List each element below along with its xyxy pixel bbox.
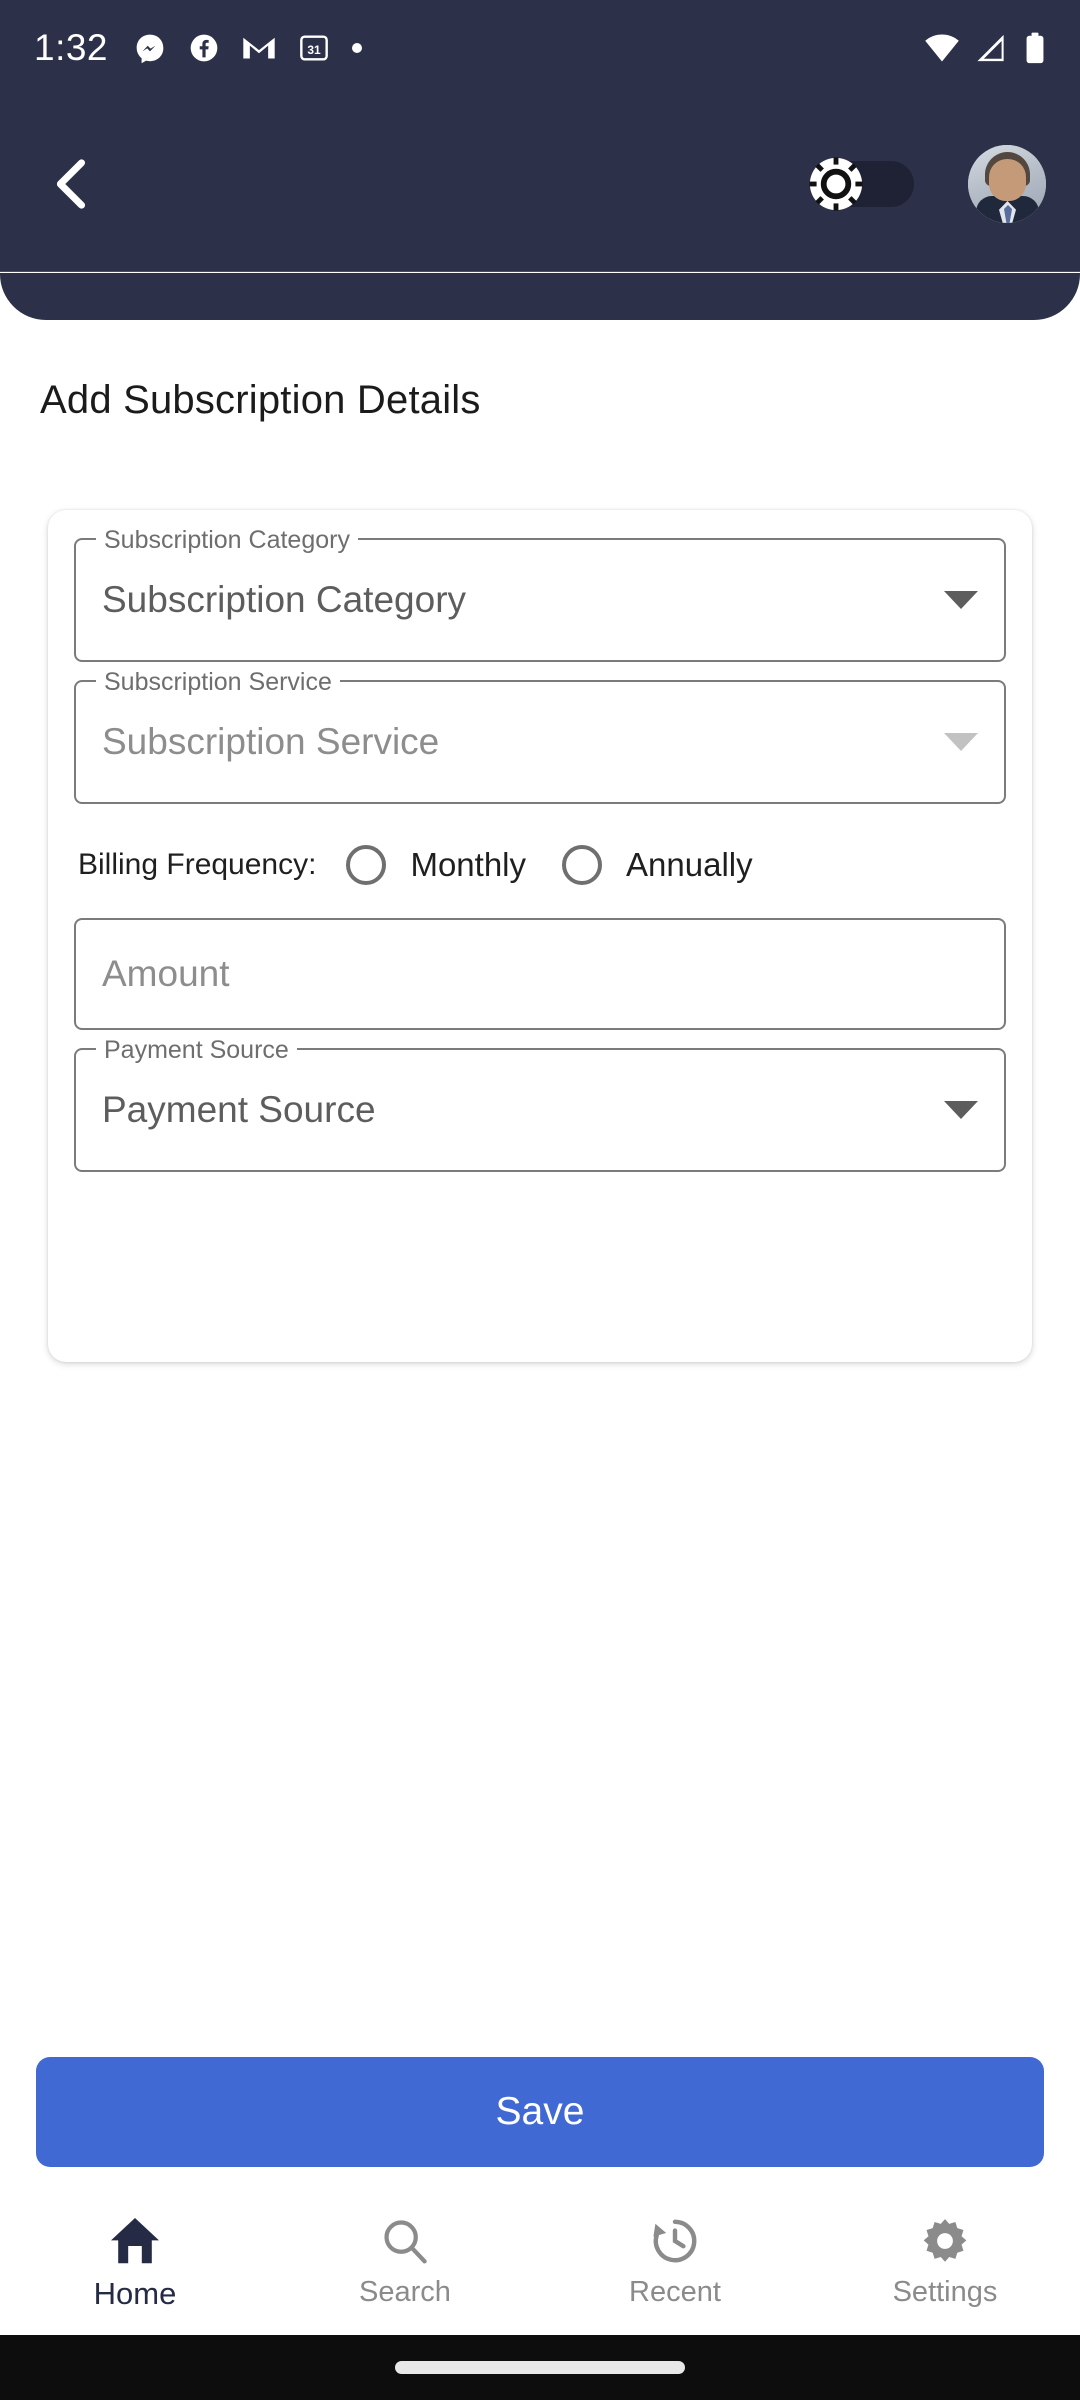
subscription-service-value: Subscription Service	[102, 721, 440, 762]
nav-item-home-label: Home	[93, 2276, 177, 2311]
field-subscription-service: Subscription Service Subscription Servic…	[74, 668, 1006, 804]
app-bar	[0, 96, 1080, 272]
billing-frequency-radio-group: Monthly Annually	[346, 845, 788, 885]
amount-input-wrapper[interactable]: Amount	[74, 918, 1006, 1030]
search-icon	[380, 2214, 430, 2268]
status-bar-clock: 1:32	[34, 27, 109, 68]
calendar-31-icon: 31	[300, 35, 328, 61]
avatar-face	[989, 159, 1026, 201]
nav-item-settings-label: Settings	[892, 2276, 998, 2308]
cellular-signal-icon	[977, 34, 1004, 62]
radio-option-monthly[interactable]: Monthly	[346, 845, 562, 885]
bottom-navigation-bar: Home Search Recent Settings	[0, 2200, 1080, 2335]
page-title: Add Subscription Details	[40, 378, 481, 422]
nav-item-settings[interactable]: Settings	[810, 2200, 1080, 2309]
battery-icon	[1026, 32, 1044, 64]
history-icon	[649, 2214, 701, 2268]
chevron-down-icon[interactable]	[944, 591, 978, 609]
facebook-icon	[190, 34, 218, 62]
field-payment-source: Payment Source Payment Source	[74, 1036, 1006, 1172]
payment-source-select[interactable]: Payment Source Payment Source	[74, 1036, 1006, 1172]
amount-placeholder: Amount	[102, 953, 230, 994]
svg-text:31: 31	[307, 43, 321, 57]
gear-icon	[920, 2214, 970, 2268]
status-bar-notification-icons: 31	[134, 32, 363, 64]
status-bar: 1:32 31	[0, 0, 1080, 96]
gmail-icon	[243, 37, 275, 59]
nav-item-recent[interactable]: Recent	[540, 2200, 810, 2309]
radio-option-annually[interactable]: Annually	[562, 845, 789, 885]
notification-dot-icon	[352, 43, 363, 53]
nav-item-recent-label: Recent	[629, 2276, 721, 2308]
chevron-down-icon[interactable]	[944, 733, 978, 751]
sun-icon	[808, 156, 864, 212]
back-button[interactable]	[34, 148, 106, 220]
payment-source-label: Payment Source	[96, 1036, 297, 1064]
radio-annually-label: Annually	[626, 846, 753, 883]
nav-item-home[interactable]: Home	[0, 2200, 270, 2312]
system-gesture-bar	[0, 2335, 1080, 2400]
save-button[interactable]: Save	[36, 2057, 1044, 2167]
app-bar-rounded-base	[0, 273, 1080, 320]
billing-frequency-label: Billing Frequency:	[78, 848, 317, 881]
subscription-category-value: Subscription Category	[102, 579, 467, 620]
home-icon	[109, 2214, 161, 2268]
nav-item-search[interactable]: Search	[270, 2200, 540, 2309]
payment-source-value: Payment Source	[102, 1089, 376, 1130]
field-amount: Amount	[74, 918, 1006, 1030]
theme-toggle[interactable]	[809, 157, 914, 211]
subscription-service-select[interactable]: Subscription Service Subscription Servic…	[74, 668, 1006, 804]
billing-frequency-row: Billing Frequency: Monthly Annually	[74, 822, 1006, 908]
app-bar-divider	[0, 271, 1080, 273]
wifi-icon	[925, 34, 959, 62]
radio-monthly-icon[interactable]	[346, 845, 387, 885]
chevron-left-icon	[56, 159, 86, 209]
messenger-icon	[136, 34, 164, 64]
subscription-form-card: Subscription Category Subscription Categ…	[48, 510, 1032, 1362]
field-subscription-category: Subscription Category Subscription Categ…	[74, 526, 1006, 662]
chevron-down-icon[interactable]	[944, 1101, 978, 1119]
subscription-category-select[interactable]: Subscription Category Subscription Categ…	[74, 526, 1006, 662]
gesture-pill[interactable]	[395, 2361, 685, 2374]
radio-monthly-label: Monthly	[410, 846, 527, 883]
subscription-category-label: Subscription Category	[96, 526, 358, 554]
app-screen: 1:32 31 Add Subscription Details Subscri…	[0, 0, 1080, 2400]
radio-annually-icon[interactable]	[562, 845, 603, 885]
subscription-service-label: Subscription Service	[96, 668, 340, 696]
status-bar-system-icons	[924, 32, 1046, 64]
avatar[interactable]	[968, 145, 1046, 223]
nav-item-search-label: Search	[359, 2276, 451, 2308]
